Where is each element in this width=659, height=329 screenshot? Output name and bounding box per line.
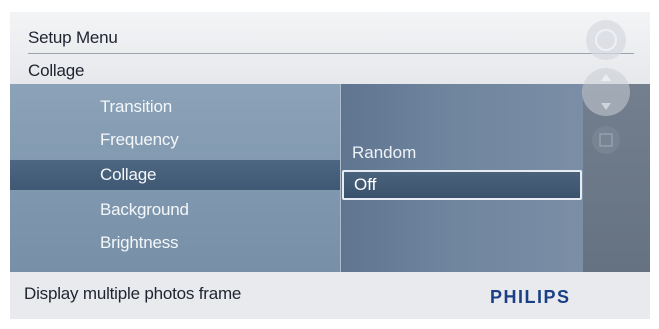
device-screen: Setup Menu Collage Transition Frequency … xyxy=(10,12,650,319)
title-divider xyxy=(28,53,634,54)
menu-item-brightness[interactable]: Brightness xyxy=(100,228,179,258)
menu-item-background[interactable]: Background xyxy=(100,195,189,225)
header: Setup Menu Collage xyxy=(10,12,650,84)
menu-item-frequency[interactable]: Frequency xyxy=(100,125,179,155)
menu-icon[interactable] xyxy=(586,20,626,60)
brand-logo: PHILIPS xyxy=(490,287,571,307)
page-title: Setup Menu xyxy=(28,28,118,47)
option-off[interactable]: Off xyxy=(342,170,582,200)
nav-pad-icon[interactable] xyxy=(582,68,630,116)
help-text: Display multiple photos frame xyxy=(24,284,242,303)
page-subtitle: Collage xyxy=(28,61,85,80)
menu-item-transition[interactable]: Transition xyxy=(100,92,172,122)
option-random[interactable]: Random xyxy=(342,138,416,168)
footer: Display multiple photos frame PHILIPS xyxy=(10,272,650,319)
device-buttons xyxy=(578,14,634,164)
slideshow-icon[interactable] xyxy=(592,126,620,154)
menu-item-collage[interactable]: Collage xyxy=(10,160,340,190)
